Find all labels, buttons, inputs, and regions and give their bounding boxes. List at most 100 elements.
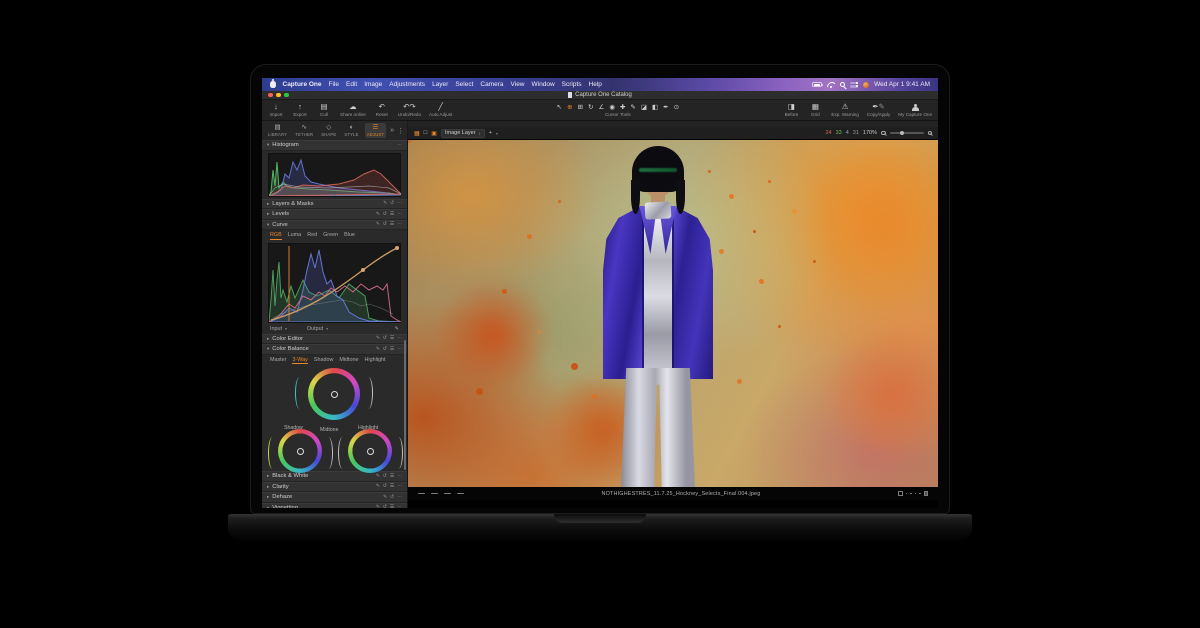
edit-mask-icon[interactable]: ✎ — [376, 484, 380, 489]
nav-control-icon[interactable] — [431, 492, 438, 495]
expand-tabs-icon[interactable]: » — [390, 127, 394, 134]
more-icon[interactable]: ⋯ — [397, 505, 402, 508]
color-pick-tool-icon[interactable]: ✒ — [663, 103, 668, 111]
curve-tab-blue[interactable]: Blue — [344, 232, 355, 240]
cb-tab-midtone[interactable]: Midtone — [339, 357, 358, 365]
reset-panel-icon[interactable]: ↺ — [390, 495, 394, 500]
panel-header-vignetting[interactable]: ▸ Vignetting ✎ ↺ ☰ ⋯ — [262, 502, 407, 508]
presets-icon[interactable]: ☰ — [390, 505, 394, 508]
spotlight-search-icon[interactable] — [840, 82, 846, 87]
panel-header-clarity[interactable]: ▸ Clarity ✎ ↺ ☰ ⋯ — [262, 481, 407, 492]
presets-icon[interactable]: ☰ — [390, 474, 394, 479]
curve-tab-green[interactable]: Green — [323, 232, 338, 240]
edit-mask-icon[interactable]: ✎ — [383, 201, 387, 206]
more-icon[interactable]: ⋯ — [397, 143, 402, 148]
shadow-color-wheel[interactable] — [278, 429, 322, 473]
panel-header-curve[interactable]: ▾ Curve ✎ ↺ ☰ ⋯ — [262, 219, 407, 230]
more-icon[interactable]: ⋯ — [397, 347, 402, 352]
menu-scripts[interactable]: Scripts — [562, 81, 582, 88]
zoom-window-button[interactable] — [284, 92, 289, 98]
export-button[interactable]: ↑ Export — [292, 100, 308, 120]
siri-icon[interactable] — [863, 81, 870, 88]
tab-adjust[interactable]: ☰ ADJUST — [364, 123, 387, 138]
spot-tool-icon[interactable]: ◉ — [609, 103, 615, 111]
image-viewer[interactable] — [408, 140, 938, 487]
panel-header-color-editor[interactable]: ▸ Color Editor ✎ ↺ ☰ ⋯ — [262, 333, 407, 344]
draw-mask-tool-icon[interactable]: ✎ — [630, 103, 635, 111]
menu-bar-clock[interactable]: Wed Apr 1 9:41 AM — [874, 81, 930, 88]
reset-panel-icon[interactable]: ↺ — [383, 347, 387, 352]
edit-mask-icon[interactable]: ✎ — [376, 505, 380, 508]
apple-menu-icon[interactable] — [270, 81, 276, 88]
menu-layer[interactable]: Layer — [432, 81, 448, 88]
highlight-color-wheel[interactable] — [348, 429, 392, 473]
gradient-mask-tool-icon[interactable]: ◧ — [652, 103, 658, 111]
my-capture-one-button[interactable]: My Capture One — [898, 100, 932, 120]
menu-edit[interactable]: Edit — [346, 81, 357, 88]
add-layer-button[interactable]: + — [489, 130, 492, 136]
straighten-tool-icon[interactable]: ∠ — [598, 103, 604, 111]
reset-panel-icon[interactable]: ↺ — [390, 201, 394, 206]
more-icon[interactable]: ⋯ — [397, 201, 402, 206]
copy-apply-button[interactable]: ✒✎ Copy/Apply — [867, 100, 891, 120]
curve-input-label[interactable]: Input — [270, 326, 282, 332]
more-icon[interactable]: ⋯ — [397, 484, 402, 489]
undo-redo-button[interactable]: ↶↷ Undo/Redo — [398, 100, 421, 120]
panel-header-levels[interactable]: ▸ Levels ✎ ↺ ☰ ⋯ — [262, 209, 407, 220]
close-window-button[interactable] — [268, 92, 273, 98]
minimize-window-button[interactable] — [276, 92, 281, 98]
reset-panel-icon[interactable]: ↺ — [383, 474, 387, 479]
tab-tether[interactable]: ∿ TETHER — [293, 123, 315, 138]
presets-icon[interactable]: ☰ — [390, 484, 394, 489]
midtone-color-wheel[interactable] — [308, 368, 360, 420]
panel-header-histogram[interactable]: ▾ Histogram ⋯ — [262, 140, 407, 151]
proof-margin-icon[interactable] — [898, 491, 903, 496]
reset-panel-icon[interactable]: ↺ — [383, 222, 387, 227]
panel-header-black-white[interactable]: ▸ Black & White ✎ ↺ ☰ ⋯ — [262, 471, 407, 482]
presets-icon[interactable]: ☰ — [390, 222, 394, 227]
cb-tab-shadow[interactable]: Shadow — [314, 357, 333, 365]
curve-tab-rgb[interactable]: RGB — [270, 232, 282, 240]
nav-control-icon[interactable] — [457, 492, 464, 495]
cb-tab-3way[interactable]: 3-Way — [292, 357, 308, 364]
mask-grid-icon[interactable]: ▦ — [414, 130, 420, 137]
exposure-warning-button[interactable]: ⚠ Exp. Warning — [831, 100, 858, 120]
presets-icon[interactable]: ☰ — [390, 347, 394, 352]
reset-button[interactable]: ↶ Reset — [374, 100, 390, 120]
share-online-button[interactable]: ☁ Share online — [340, 100, 366, 120]
sidebar-scrollbar[interactable] — [404, 340, 406, 470]
radial-mask-tool-icon[interactable]: ⊙ — [674, 103, 679, 111]
zoom-tool-icon[interactable]: ⊕ — [567, 103, 572, 111]
highlight-lightness-slider[interactable] — [394, 437, 403, 469]
reset-panel-icon[interactable]: ↺ — [383, 484, 387, 489]
edit-mask-icon[interactable]: ✎ — [376, 336, 380, 341]
pointer-tool-icon[interactable]: ↖ — [557, 103, 562, 111]
menu-view[interactable]: View — [511, 81, 525, 88]
panel-header-layers-masks[interactable]: ▸ Layers & Masks ✎ ↺ ⋯ — [262, 198, 407, 209]
grid-button[interactable]: ▦ Grid — [807, 100, 823, 120]
menu-image[interactable]: Image — [364, 81, 382, 88]
edit-mask-icon[interactable]: ✎ — [376, 474, 380, 479]
nav-control-icon[interactable] — [418, 492, 425, 495]
menu-file[interactable]: File — [329, 81, 339, 88]
import-button[interactable]: ↓ Import — [268, 100, 284, 120]
menu-window[interactable]: Window — [532, 81, 555, 88]
curve-output-label[interactable]: Output — [307, 326, 323, 332]
more-icon[interactable]: ⋯ — [397, 336, 402, 341]
auto-adjust-button[interactable]: ╱ Auto Adjust — [429, 100, 452, 120]
more-icon[interactable]: ⋯ — [397, 212, 402, 217]
crop-tool-icon[interactable]: ⊞ — [578, 103, 583, 111]
edit-mask-icon[interactable]: ✎ — [376, 212, 380, 217]
reset-panel-icon[interactable]: ↺ — [383, 505, 387, 508]
shadow-lightness-slider[interactable] — [324, 437, 333, 469]
zoom-level[interactable]: 170% — [863, 130, 877, 136]
reset-panel-icon[interactable]: ↺ — [383, 336, 387, 341]
curve-tab-red[interactable]: Red — [307, 232, 317, 240]
presets-icon[interactable]: ☰ — [390, 212, 394, 217]
more-icon[interactable]: ⋯ — [397, 474, 402, 479]
menu-select[interactable]: Select — [455, 81, 473, 88]
battery-icon[interactable] — [812, 82, 824, 87]
highlight-saturation-slider[interactable] — [338, 437, 347, 469]
zoom-out-icon[interactable] — [881, 130, 886, 136]
panel-header-color-balance[interactable]: ▾ Color Balance ✎ ↺ ☰ ⋯ — [262, 344, 407, 355]
